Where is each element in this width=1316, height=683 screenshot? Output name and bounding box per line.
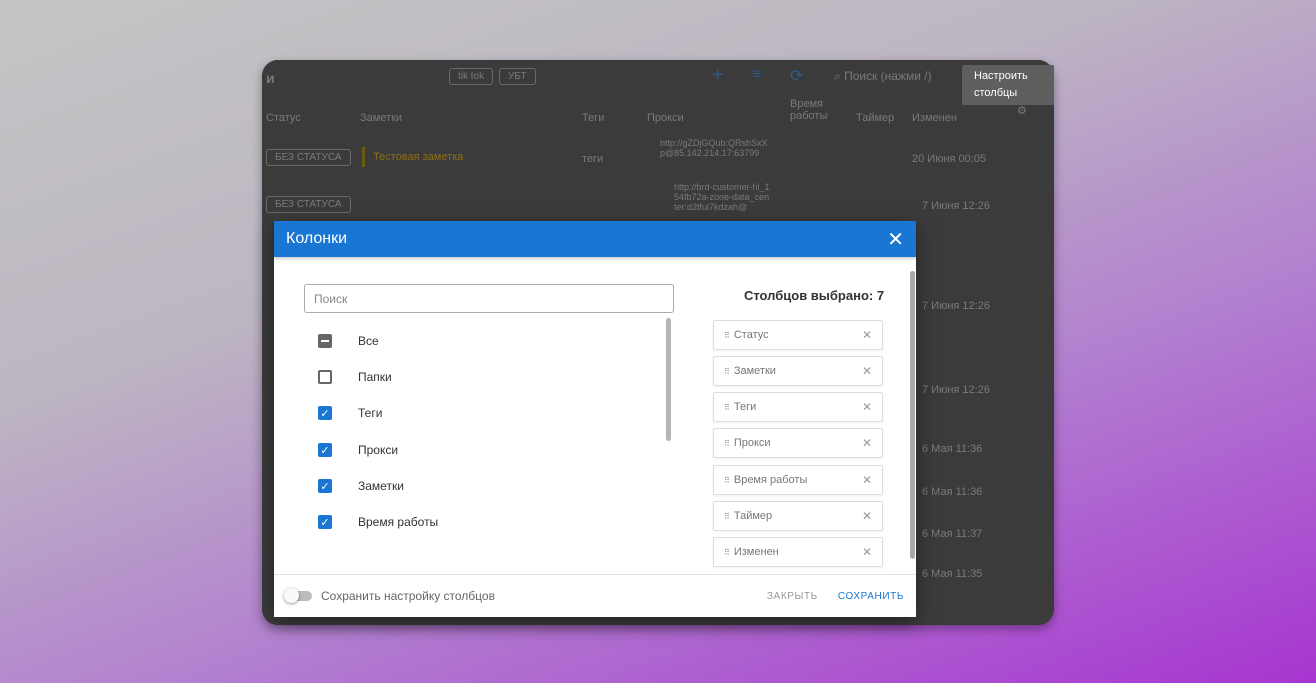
tooltip: Настроить столбцы <box>962 65 1054 105</box>
page-title: и <box>266 70 275 86</box>
option-label: Папки <box>358 370 392 384</box>
option-label: Прокси <box>358 443 399 457</box>
column-header: Заметки <box>360 112 403 124</box>
dialog-footer: Сохранить настройку столбцов ЗАКРЫТЬ СОХ… <box>274 574 916 617</box>
search-input[interactable]: ⌕ Поиск (нажми /) <box>834 69 932 84</box>
column-header: Прокси <box>647 112 684 124</box>
remove-icon[interactable]: ✕ <box>862 545 872 559</box>
dialog-title: Колонки <box>286 230 348 247</box>
status-badge[interactable]: БЕЗ СТАТУСА <box>266 149 351 166</box>
drag-handle-icon[interactable]: ⠿ <box>724 331 730 340</box>
option-label: Время работы <box>358 515 439 529</box>
checkbox-indeterminate[interactable] <box>318 334 332 348</box>
changed-cell: 20 Июня 00:05 <box>912 153 987 165</box>
selected-column-chip[interactable]: ⠿ Изменен ✕ <box>713 537 883 567</box>
option-label: Теги <box>358 406 383 420</box>
checkbox-checked[interactable]: ✓ <box>318 406 332 420</box>
list-scrollbar[interactable] <box>666 318 671 441</box>
checkbox[interactable] <box>318 370 332 384</box>
changed-cell: 6 Мая 11:37 <box>922 528 983 540</box>
drag-handle-icon[interactable]: ⠿ <box>724 476 730 485</box>
remove-icon[interactable]: ✕ <box>862 509 872 523</box>
changed-cell: 7 Июня 12:26 <box>922 300 990 312</box>
remove-icon[interactable]: ✕ <box>862 328 872 342</box>
dialog-header: Колонки ✕ <box>274 221 916 257</box>
changed-cell: 6 Мая 11:36 <box>922 486 983 498</box>
checkbox-checked[interactable]: ✓ <box>318 479 332 493</box>
selected-column-chip[interactable]: ⠿ Заметки ✕ <box>713 356 883 386</box>
close-button[interactable]: ЗАКРЫТЬ <box>767 591 818 602</box>
save-button[interactable]: СОХРАНИТЬ <box>838 591 904 602</box>
option-label: Все <box>358 334 379 348</box>
column-header: Время работы <box>790 98 828 122</box>
tooltip-line: Настроить <box>974 70 1028 82</box>
selected-column-chip[interactable]: ⠿ Теги ✕ <box>713 392 883 422</box>
column-header: Таймер <box>856 112 895 124</box>
columns-dialog: Колонки ✕ Все Папки ✓ Теги ✓ Прокси ✓ Замет… <box>274 221 916 617</box>
chip-label: Теги <box>733 401 757 413</box>
refresh-icon[interactable]: ⟳ <box>790 66 803 86</box>
drag-handle-icon[interactable]: ⠿ <box>724 512 730 521</box>
column-option[interactable]: Папки <box>318 367 392 387</box>
save-setting-label: Сохранить настройку столбцов <box>321 589 495 603</box>
proxy-cell[interactable]: http://gZDjGQub:QRshSxXp@85.142.214.17:6… <box>660 138 770 158</box>
tags-cell[interactable]: теги <box>582 153 603 165</box>
chip-label: Изменен <box>733 546 779 558</box>
checkbox-checked[interactable]: ✓ <box>318 443 332 457</box>
drag-handle-icon[interactable]: ⠿ <box>724 403 730 412</box>
remove-icon[interactable]: ✕ <box>862 400 872 414</box>
column-option[interactable]: ✓ Прокси <box>318 440 398 460</box>
changed-cell: 6 Мая 11:35 <box>922 568 983 580</box>
proxy-cell[interactable]: http://brd-customer-hl_154fb72a-zone-dat… <box>674 182 770 212</box>
column-option[interactable]: ✓ Заметки <box>318 476 404 496</box>
filter-icon[interactable]: ≡ <box>752 66 761 84</box>
selected-column-chip[interactable]: ⠿ Прокси ✕ <box>713 428 883 458</box>
drag-handle-icon[interactable]: ⠿ <box>724 439 730 448</box>
checkbox-checked[interactable]: ✓ <box>318 515 332 529</box>
changed-cell: 7 Июня 12:26 <box>922 200 990 212</box>
chip-label: Прокси <box>733 437 771 449</box>
search-icon: ⌕ <box>834 69 845 83</box>
remove-icon[interactable]: ✕ <box>862 436 872 450</box>
column-option-all[interactable]: Все <box>318 331 379 351</box>
remove-icon[interactable]: ✕ <box>862 364 872 378</box>
changed-cell: 6 Мая 11:36 <box>922 443 983 455</box>
drag-handle-icon[interactable]: ⠿ <box>724 367 730 376</box>
selected-column-chip[interactable]: ⠿ Таймер ✕ <box>713 501 883 531</box>
option-label: Заметки <box>358 479 404 493</box>
chip-label: Таймер <box>733 510 773 522</box>
column-option[interactable]: ✓ Теги <box>318 403 382 423</box>
column-header: Статус <box>266 112 301 124</box>
add-icon[interactable]: + <box>712 64 724 87</box>
changed-cell: 7 Июня 12:26 <box>922 384 990 396</box>
column-header: Теги <box>582 112 605 124</box>
chip-label: Статус <box>733 329 769 341</box>
chip-label: Время работы <box>733 474 808 486</box>
dialog-scrollbar[interactable] <box>910 271 915 559</box>
selected-column-chip[interactable]: ⠿ Время работы ✕ <box>713 465 883 495</box>
gear-icon[interactable]: ⚙ <box>1017 104 1027 117</box>
chip-label: Заметки <box>733 365 776 377</box>
tag-filter[interactable]: УБТ <box>499 68 536 85</box>
search-placeholder: Поиск (нажми /) <box>844 69 932 83</box>
tooltip-line: столбцы <box>974 87 1018 99</box>
status-badge[interactable]: БЕЗ СТАТУСА <box>266 196 351 213</box>
note[interactable]: Тестовая заметка <box>362 147 471 167</box>
drag-handle-icon[interactable]: ⠿ <box>724 548 730 557</box>
selected-count: Столбцов выбрано: 7 <box>743 288 885 303</box>
selected-column-chip[interactable]: ⠿ Статус ✕ <box>713 320 883 350</box>
close-icon[interactable]: ✕ <box>887 227 904 252</box>
remove-icon[interactable]: ✕ <box>862 473 872 487</box>
tag-filter[interactable]: tik tok <box>449 68 494 85</box>
save-setting-toggle[interactable] <box>284 588 312 603</box>
column-option[interactable]: ✓ Время работы <box>318 512 438 532</box>
column-header: Изменен <box>912 112 957 124</box>
column-search-input[interactable] <box>304 284 674 313</box>
